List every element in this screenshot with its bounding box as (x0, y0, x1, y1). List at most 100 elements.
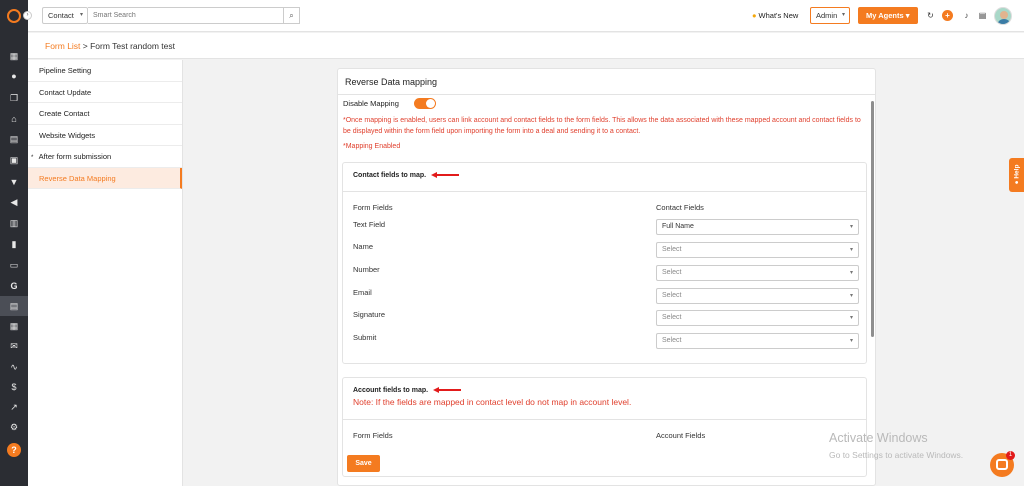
contact-field-select[interactable]: Select ▾ (656, 288, 859, 304)
select-value: Select (662, 246, 682, 253)
forms-icon[interactable]: ▤ (0, 296, 28, 316)
card-title: Reverse Data mapping (338, 69, 875, 95)
nav-item-label: Website Widgets (39, 130, 96, 140)
card-scrollbar[interactable] (871, 101, 874, 337)
select-value: Select (662, 269, 682, 276)
dashboard-icon[interactable]: ▦ (8, 50, 20, 62)
my-agents-label: My Agents (866, 11, 904, 20)
deals-icon[interactable]: ▤ (8, 133, 20, 145)
add-icon[interactable]: + (942, 10, 953, 21)
chart-icon[interactable]: ▮ (8, 238, 20, 250)
account-section-heading: Account fields to map. (353, 387, 429, 394)
form-field-label: Text Field (353, 220, 386, 229)
select-value: Select (662, 292, 682, 299)
lightbulb-icon: ● (752, 11, 757, 20)
select-value: Full Name (662, 223, 694, 230)
contact-field-select[interactable]: Select ▾ (656, 333, 859, 349)
account-level-note: Note: If the fields are mapped in contac… (353, 397, 632, 407)
document-icon[interactable]: ▥ (8, 217, 20, 229)
megaphone-icon[interactable]: ◀ (8, 196, 20, 208)
nav-item-contact-update[interactable]: Contact Update (28, 82, 182, 103)
nav-item-reverse-data-mapping[interactable]: Reverse Data Mapping (28, 167, 182, 189)
search-input[interactable] (88, 7, 284, 24)
chevron-down-icon: ▾ (849, 293, 853, 299)
account-section-header: Account fields to map. Note: If the fiel… (343, 378, 866, 420)
contact-field-select[interactable]: Select ▾ (656, 310, 859, 326)
mail-icon[interactable]: ✉ (8, 340, 20, 352)
wave-icon[interactable]: ∿ (8, 361, 20, 373)
nav-item-label: Create Contact (39, 109, 90, 118)
bank-icon[interactable]: ⌂ (8, 113, 20, 125)
chevron-down-icon: ▾ (849, 338, 853, 344)
nav-item-website-widgets[interactable]: Website Widgets (28, 125, 182, 146)
account-fields-column-header: Account Fields (656, 431, 706, 440)
contacts-icon[interactable]: ● (8, 70, 20, 82)
role-select[interactable]: Admin ▾ (810, 7, 850, 24)
nav-item-pipeline-setting[interactable]: Pipeline Setting (28, 60, 182, 82)
help-icon[interactable]: ? (7, 443, 21, 457)
copy-icon[interactable]: ❐ (8, 92, 20, 104)
collapse-sidebar-icon[interactable]: › (23, 11, 32, 20)
chevron-down-icon: ▾ (79, 12, 83, 18)
bell-icon[interactable]: ♪ (961, 10, 972, 21)
breadcrumb-form-list[interactable]: Form List (45, 41, 80, 51)
breadcrumb-current: Form Test random test (90, 41, 175, 51)
form-field-label: Submit (353, 333, 377, 342)
account-fields-section: Account fields to map. Note: If the fiel… (342, 377, 867, 477)
settings-icon[interactable]: ⚙ (8, 421, 20, 433)
contact-section-heading: Contact fields to map. (353, 172, 427, 179)
toggle-knob (426, 99, 435, 108)
watermark-subtitle: Go to Settings to activate Windows. (829, 450, 964, 460)
top-bar: Contact ▾ ⌕ ●What's New Admin ▾ My Agent… (28, 0, 1024, 32)
form-field-label: Email (353, 288, 372, 297)
nav-item-label: Contact Update (39, 87, 92, 97)
calendar-icon[interactable]: ▦ (8, 320, 20, 332)
chevron-down-icon: ▾ (849, 247, 853, 253)
module-select-value: Contact (48, 11, 74, 20)
nav-item-after-form-submission[interactable]: * After form submission (28, 146, 182, 168)
annotation-arrow-icon (431, 172, 460, 179)
help-tab[interactable]: ● Help (1009, 158, 1024, 192)
nav-item-create-contact[interactable]: Create Contact (28, 103, 182, 125)
select-value: Select (662, 337, 682, 344)
form-field-label: Number (353, 265, 380, 274)
mapping-status: *Mapping Enabled (343, 143, 401, 150)
module-select[interactable]: Contact ▾ (42, 7, 88, 24)
contact-field-select[interactable]: Select ▾ (656, 265, 859, 281)
help-tab-label: Help (1013, 164, 1021, 179)
select-value: Select (662, 314, 682, 321)
form-fields-column-header: Form Fields (353, 203, 393, 212)
save-button[interactable]: Save (347, 455, 380, 472)
whats-new-label: What's New (758, 11, 799, 20)
whats-new-link[interactable]: ● What's New (752, 11, 798, 20)
left-rail: › ▦ ● ❐ ⌂ ▤ ▣ ▼ ◀ ▥ ▮ ▭ G ▤ ▦ ✉ ∿ $ ↗ ⚙ … (0, 0, 32, 486)
contact-fields-column-header: Contact Fields (656, 203, 704, 212)
breadcrumb-separator: > (80, 41, 91, 51)
folder-icon[interactable]: ▭ (8, 259, 20, 271)
chevron-down-icon: ▾ (849, 315, 853, 321)
reverse-data-mapping-card: Reverse Data mapping Disable Mapping *On… (337, 68, 876, 486)
required-marker: * (31, 155, 34, 161)
avatar[interactable] (994, 7, 1012, 25)
search-icon[interactable]: ⌕ (283, 7, 300, 24)
logo-icon[interactable] (7, 9, 21, 23)
contact-card-icon[interactable]: ▣ (8, 154, 20, 166)
chat-launcher-button[interactable]: 1 (990, 451, 1015, 477)
contact-field-select[interactable]: Select ▾ (656, 242, 859, 258)
annotation-arrow-icon (433, 387, 462, 394)
contact-section-header: Contact fields to map. (343, 163, 866, 192)
form-fields-column-header: Form Fields (353, 431, 393, 440)
refresh-icon[interactable]: ↻ (925, 10, 936, 21)
form-field-label: Signature (353, 310, 386, 319)
my-agents-button[interactable]: My Agents ▾ (858, 7, 918, 24)
analytics-icon[interactable]: ↗ (8, 401, 20, 413)
google-icon[interactable]: G (8, 280, 20, 292)
nav-item-label: Pipeline Setting (39, 66, 92, 75)
contact-field-select[interactable]: Full Name ▾ (656, 219, 859, 235)
chat-unread-badge: 1 (1006, 451, 1015, 460)
mapping-toggle[interactable] (414, 98, 436, 109)
filter-icon[interactable]: ▼ (8, 176, 20, 188)
calculator-icon[interactable]: ▤ (977, 10, 988, 21)
dollar-icon[interactable]: $ (8, 381, 20, 393)
watermark-title: Activate Windows (829, 431, 928, 445)
